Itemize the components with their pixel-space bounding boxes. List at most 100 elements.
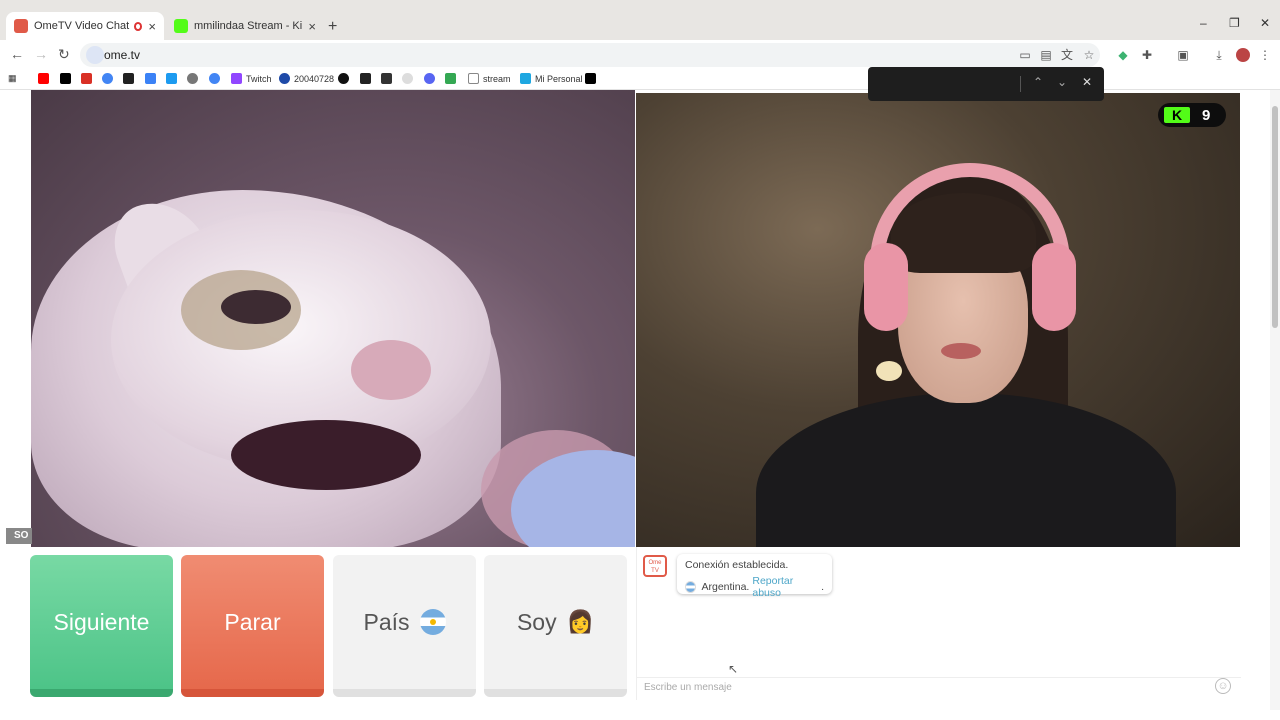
ometv-page: SO K 9 Siguiente Parar País Soy 👩 Ome TV … <box>0 90 1280 720</box>
address-url[interactable]: ome.tv <box>104 48 140 62</box>
address-bar[interactable]: ome.tv <box>80 43 1100 67</box>
watermark: SO <box>6 528 32 544</box>
find-next-icon[interactable]: ⌄ <box>1057 75 1067 89</box>
google-icon <box>209 73 220 84</box>
tab-kick[interactable]: mmilindaa Stream - Kick Dashb × <box>166 12 324 40</box>
country-button[interactable]: País <box>333 555 476 697</box>
translate-icon[interactable]: 文 <box>1060 48 1074 62</box>
s-icon <box>381 73 392 84</box>
downloads-icon[interactable]: ⤓ <box>1212 48 1226 62</box>
bookmark-site[interactable] <box>402 73 417 84</box>
self-camera-video: K 9 <box>636 93 1240 547</box>
bookmark-20040728[interactable]: 20040728 <box>279 73 334 84</box>
webcam-image <box>941 343 981 359</box>
square-icon <box>123 73 134 84</box>
find-close-icon[interactable]: ✕ <box>1082 75 1092 89</box>
kick-logo-icon: K <box>1164 107 1190 123</box>
bookmark-google[interactable] <box>209 73 224 84</box>
find-bar[interactable]: ⌃ ⌄ ✕ <box>868 67 1104 101</box>
bookmark-twitch[interactable]: Twitch <box>231 73 272 84</box>
bookmark-site[interactable] <box>123 73 138 84</box>
bookmark-folder-stream[interactable]: stream <box>468 73 511 84</box>
country-label: País <box>363 608 410 635</box>
tab-title: mmilindaa Stream - Kick Dashb <box>194 20 303 32</box>
bookmark-apple[interactable] <box>187 73 202 84</box>
bookmark-discord[interactable] <box>424 73 439 84</box>
circle-icon <box>338 73 349 84</box>
minimize-button[interactable]: – <box>1200 16 1207 30</box>
ometv-favicon-icon <box>14 19 28 33</box>
back-arrow-icon[interactable]: ← <box>10 46 24 62</box>
bookmark-gmail[interactable] <box>81 73 96 84</box>
reader-icon[interactable]: ▤ <box>1039 48 1053 62</box>
soy-label: Soy <box>516 608 557 635</box>
tab-close-icon[interactable]: × <box>308 19 316 34</box>
bookmark-site[interactable] <box>381 73 396 84</box>
next-button[interactable]: Siguiente <box>30 555 173 697</box>
extensions-puzzle-icon[interactable]: ✚ <box>1140 48 1154 62</box>
gender-button[interactable]: Soy 👩 <box>484 555 627 697</box>
discord-icon <box>424 73 435 84</box>
cast-icon[interactable]: ▭ <box>1018 48 1032 62</box>
drive-icon <box>445 73 456 84</box>
argentina-flag-icon <box>685 581 697 593</box>
ometv-logo-icon: Ome TV <box>643 555 667 577</box>
bookmark-youtube[interactable] <box>38 73 53 84</box>
maximize-button[interactable]: ❐ <box>1229 16 1240 30</box>
bookmark-site[interactable] <box>102 73 117 84</box>
partner-country: Argentina. <box>701 581 750 593</box>
microphone-image <box>876 361 902 381</box>
bookmark-drive[interactable] <box>445 73 460 84</box>
headphones-image <box>864 243 908 331</box>
viewer-count: 9 <box>1202 106 1211 124</box>
bookmark-site[interactable] <box>360 73 375 84</box>
youtube-icon <box>38 73 49 84</box>
bird-icon <box>166 73 177 84</box>
browser-toolbar: ← → ↻ ome.tv ▭ ▤ 文 ☆ ◆ ✚ ▣ ⤓ ⋮ <box>0 40 1280 70</box>
cat-image <box>221 290 291 324</box>
bookmark-site[interactable] <box>145 73 160 84</box>
system-message: Conexión establecida. Argentina. Reporta… <box>677 554 832 599</box>
forward-arrow-icon[interactable]: → <box>34 46 48 62</box>
site-info-icon[interactable] <box>86 46 104 64</box>
tab-title: OmeTV Video Chat — Ome <box>34 20 130 32</box>
tab-close-icon[interactable]: × <box>148 19 156 34</box>
emoji-smile-icon[interactable]: ☺ <box>1215 678 1231 694</box>
sparkle-icon <box>145 73 156 84</box>
extension-shield-icon[interactable]: ◆ <box>1116 48 1130 62</box>
menu-kebab-icon[interactable]: ⋮ <box>1258 48 1272 62</box>
folder-icon <box>468 73 479 84</box>
stop-button[interactable]: Parar <box>181 555 324 697</box>
tab-strip: OmeTV Video Chat — Ome × mmilindaa Strea… <box>0 0 1280 40</box>
kick-favicon-icon <box>174 19 188 33</box>
gmail-icon <box>81 73 92 84</box>
bookmark-mi-personal[interactable]: Mi Personal <box>520 73 583 84</box>
mouse-cursor-icon: ↖ <box>728 662 739 676</box>
bookmark-site[interactable] <box>338 73 353 84</box>
profile-avatar[interactable] <box>1236 48 1250 62</box>
reload-icon[interactable]: ↻ <box>58 46 70 63</box>
bookmark-label: Mi Personal <box>535 73 583 84</box>
tiktok-icon <box>585 73 596 84</box>
kick-viewer-badge: K 9 <box>1158 103 1226 127</box>
apps-grid-icon[interactable]: ▦ <box>8 73 17 84</box>
message-input[interactable]: Escribe un mensaje <box>637 677 1241 699</box>
find-prev-icon[interactable]: ⌃ <box>1033 75 1043 89</box>
scrollbar-thumb[interactable] <box>1272 106 1278 328</box>
report-abuse-link[interactable]: Reportar abuso <box>752 575 821 599</box>
bookmark-site[interactable] <box>166 73 181 84</box>
bookmark-star-icon[interactable]: ☆ <box>1082 48 1096 62</box>
circle-icon <box>402 73 413 84</box>
side-panel-icon[interactable]: ▣ <box>1176 48 1190 62</box>
close-window-button[interactable]: ✕ <box>1260 16 1270 30</box>
tab-ometv[interactable]: OmeTV Video Chat — Ome × <box>6 12 164 40</box>
person-icon <box>520 73 531 84</box>
divider <box>1020 76 1021 92</box>
new-tab-button[interactable]: + <box>328 18 337 36</box>
connection-status: Conexión establecida. <box>685 559 789 571</box>
woman-emoji-icon: 👩 <box>566 609 595 634</box>
argentina-flag-icon <box>419 609 446 635</box>
bookmark-label: stream <box>483 73 511 84</box>
bookmark-x[interactable] <box>60 73 75 84</box>
bookmark-tiktok[interactable] <box>585 73 600 84</box>
